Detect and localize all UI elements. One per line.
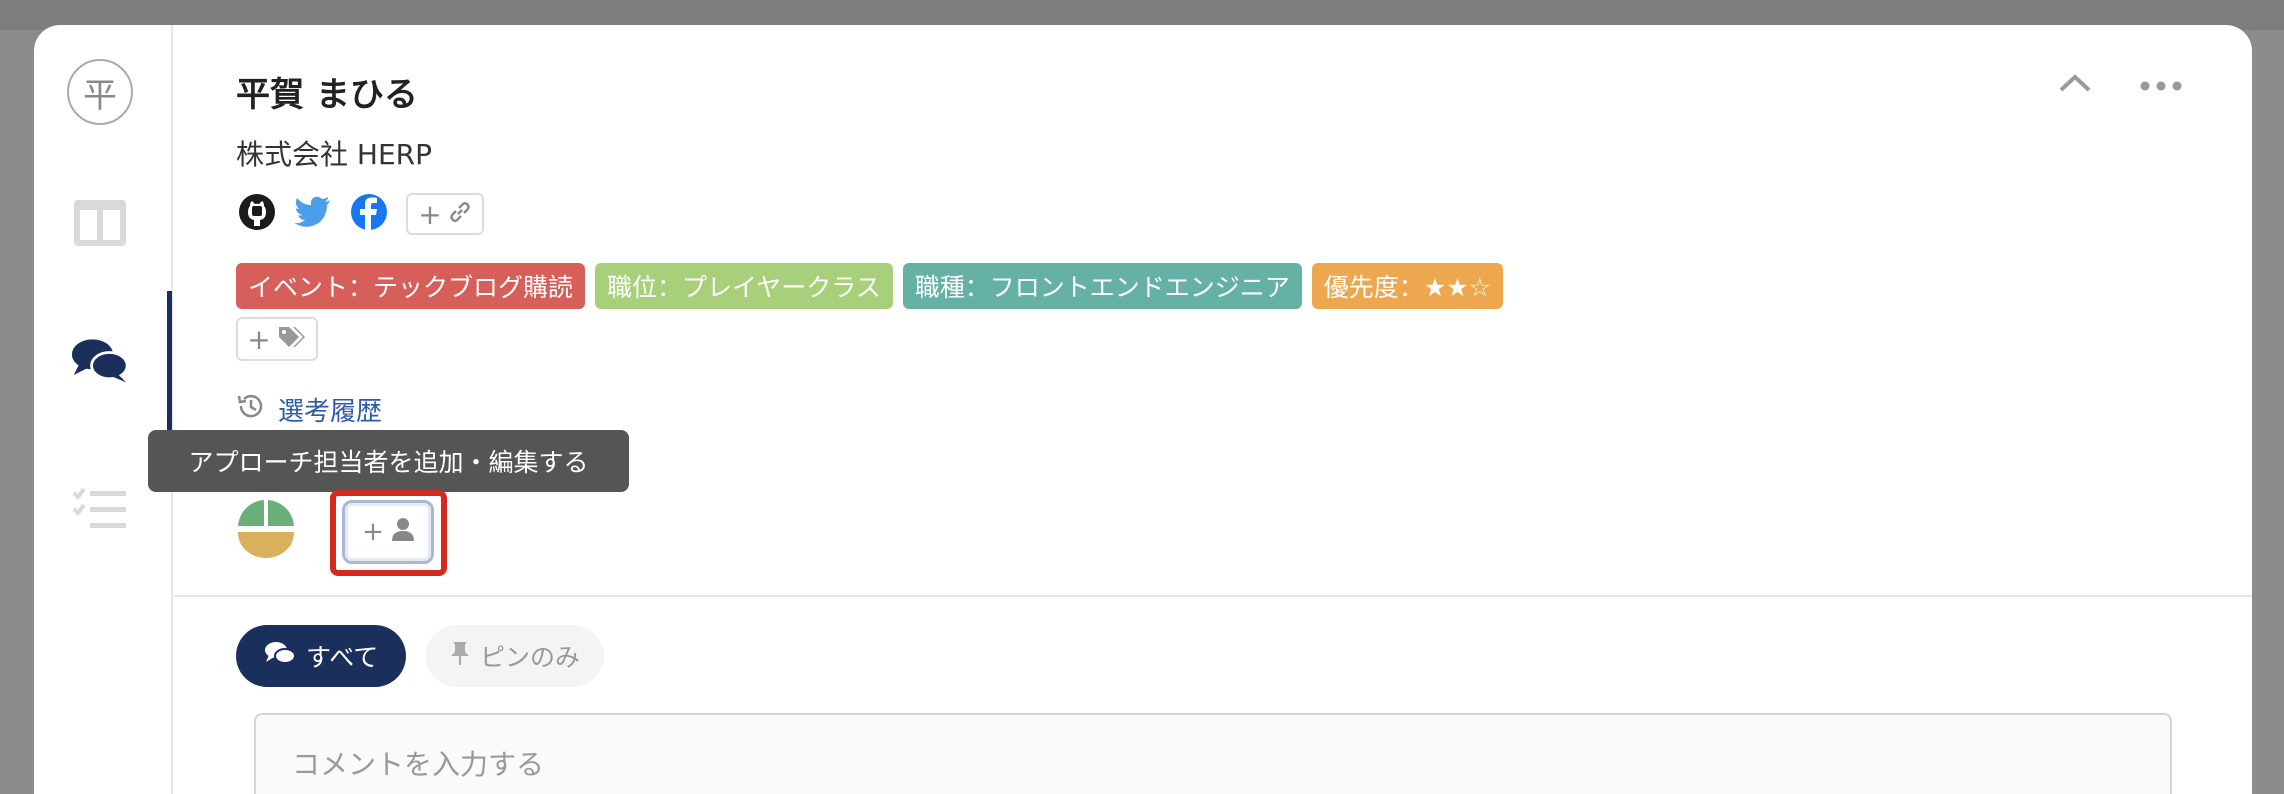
plus-label: + xyxy=(362,517,384,547)
assignee-tooltip: アプローチ担当者を追加・編集する xyxy=(148,430,629,492)
candidate-avatar[interactable]: 平 xyxy=(67,59,133,125)
twitter-icon[interactable] xyxy=(294,196,332,232)
pin-icon xyxy=(450,640,470,672)
comment-input[interactable]: コメントを入力する xyxy=(254,713,2172,794)
rail-active-indicator xyxy=(167,291,172,449)
social-links: + xyxy=(238,193,484,235)
facebook-icon[interactable] xyxy=(350,193,388,235)
history-icon xyxy=(236,392,264,427)
person-icon xyxy=(391,517,414,548)
plus-label: + xyxy=(247,322,271,356)
selection-history-link[interactable]: 選考履歴 xyxy=(236,391,382,428)
history-label: 選考履歴 xyxy=(278,397,383,427)
add-tag-button[interactable]: + xyxy=(236,317,318,361)
tag-job-type[interactable]: 職種：フロントエンドエンジニア xyxy=(902,263,1302,309)
tag-list: イベント：テックブログ購読 職位：プレイヤークラス 職種：フロントエンドエンジニ… xyxy=(236,263,1504,309)
checklist-icon[interactable] xyxy=(70,480,130,540)
more-options-icon[interactable] xyxy=(2140,76,2182,95)
assignee-avatar[interactable] xyxy=(236,498,296,558)
backdrop-right xyxy=(2250,30,2284,794)
add-link-button[interactable]: + xyxy=(406,193,484,235)
add-assignee-button[interactable]: + xyxy=(342,500,434,564)
tag-priority[interactable]: 優先度：★★☆ xyxy=(1311,263,1504,309)
candidate-name: 平賀 まひる xyxy=(236,75,418,115)
chevron-up-icon[interactable] xyxy=(2058,73,2092,97)
plus-label: + xyxy=(418,197,442,231)
columns-icon[interactable] xyxy=(70,193,130,253)
candidate-modal: 平 平賀 まひる 株式会社 HERP + イベント：テックブログ購読 職位：プレ… xyxy=(34,25,2252,794)
link-icon xyxy=(448,198,472,231)
section-divider xyxy=(174,595,2252,597)
backdrop-left xyxy=(0,30,34,794)
tag-position[interactable]: 職位：プレイヤークラス xyxy=(595,263,893,309)
github-icon[interactable] xyxy=(238,193,276,235)
candidate-company: 株式会社 HERP xyxy=(236,138,432,171)
comments-icon xyxy=(264,640,296,672)
header-actions xyxy=(2058,73,2182,97)
filter-pinned-label: ピンのみ xyxy=(480,643,581,672)
side-rail: 平 xyxy=(34,25,173,794)
tag-event[interactable]: イベント：テックブログ購読 xyxy=(236,263,586,309)
chat-bubbles-icon[interactable] xyxy=(70,330,130,390)
tags-icon xyxy=(277,323,307,356)
filter-pinned-button[interactable]: ピンのみ xyxy=(426,625,605,687)
candidate-detail: 平賀 まひる 株式会社 HERP + イベント：テックブログ購読 職位：プレイヤ… xyxy=(148,25,2252,794)
filter-all-label: すべて xyxy=(306,643,379,672)
filter-all-button[interactable]: すべて xyxy=(236,625,407,687)
